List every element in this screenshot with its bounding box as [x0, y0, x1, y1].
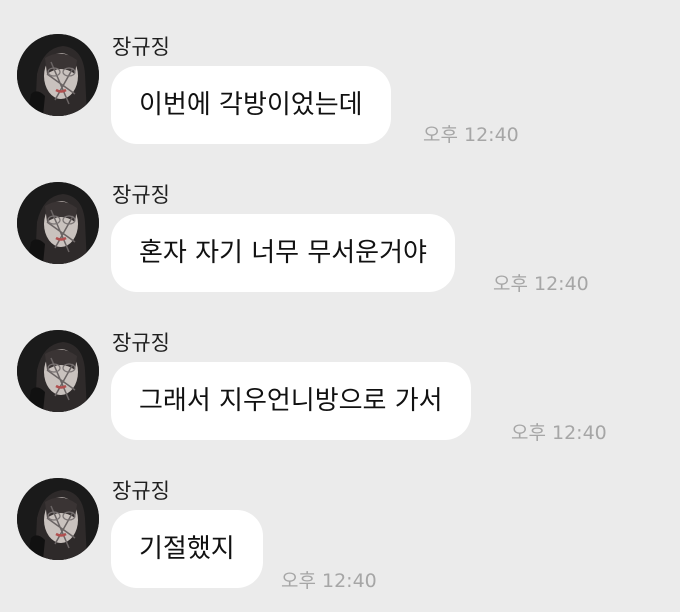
chat-message: 장규징 그래서 지우언니방으로 가서 오후 12:40 — [0, 296, 680, 446]
message-bubble[interactable]: 이번에 각방이었는데 — [111, 66, 391, 144]
message-bubble[interactable]: 그래서 지우언니방으로 가서 — [111, 362, 471, 440]
chat-message: 장규징 혼자 자기 너무 무서운거야 오후 12:40 — [0, 148, 680, 298]
avatar[interactable] — [17, 182, 99, 264]
avatar[interactable] — [17, 478, 99, 560]
message-timestamp: 오후 12:40 — [493, 273, 589, 295]
sender-name: 장규징 — [112, 331, 170, 355]
sender-name: 장규징 — [112, 35, 170, 59]
chat-message: 장규징 이번에 각방이었는데 오후 12:40 — [0, 0, 680, 150]
profile-photo-icon — [17, 34, 99, 116]
profile-photo-icon — [17, 330, 99, 412]
profile-photo-icon — [17, 182, 99, 264]
avatar[interactable] — [17, 34, 99, 116]
message-timestamp: 오후 12:40 — [511, 422, 607, 444]
chat-message: 장규징 기절했지 오후 12:40 — [0, 444, 680, 594]
sender-name: 장규징 — [112, 183, 170, 207]
profile-photo-icon — [17, 478, 99, 560]
sender-name: 장규징 — [112, 479, 170, 503]
message-bubble[interactable]: 기절했지 — [111, 510, 263, 588]
message-bubble[interactable]: 혼자 자기 너무 무서운거야 — [111, 214, 455, 292]
message-timestamp: 오후 12:40 — [281, 570, 377, 592]
avatar[interactable] — [17, 330, 99, 412]
message-timestamp: 오후 12:40 — [423, 124, 519, 146]
